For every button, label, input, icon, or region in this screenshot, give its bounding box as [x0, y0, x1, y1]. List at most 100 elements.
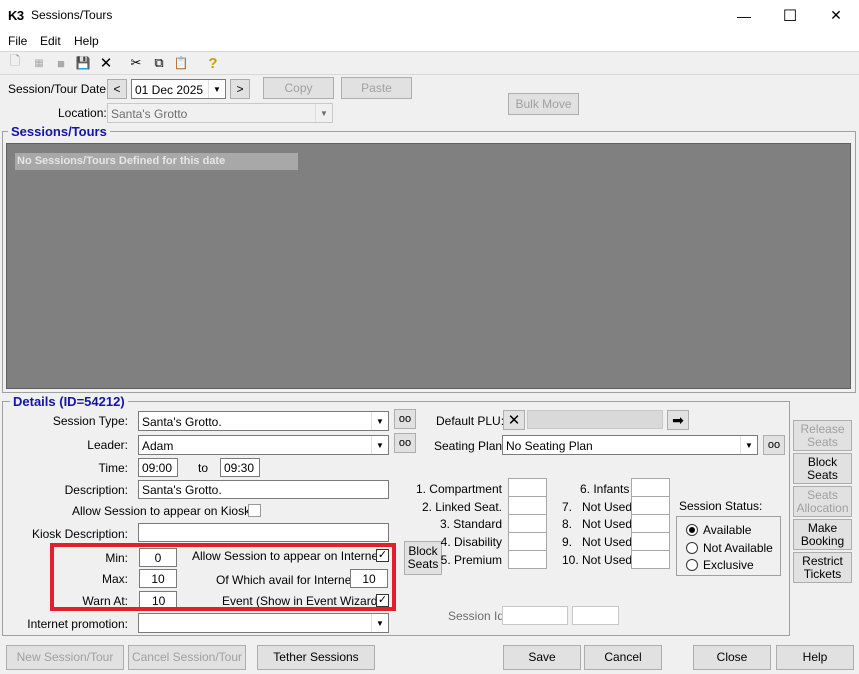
status-exclusive-radio[interactable] [686, 559, 698, 571]
date-picker[interactable]: 01 Dec 2025 ▼ [131, 79, 226, 99]
copy-icon[interactable]: ⧉ [150, 54, 168, 72]
seat-type-label: 9. Not Used [562, 535, 633, 549]
status-available-radio[interactable] [686, 524, 698, 536]
default-plu-label: Default PLU: [436, 414, 505, 428]
seating-plan-select[interactable]: No Seating Plan ▼ [502, 435, 758, 455]
leader-lookup-icon[interactable]: oo [394, 433, 416, 453]
save-icon[interactable]: 💾 [74, 54, 92, 72]
clear-plu-icon[interactable]: ✕ [503, 410, 525, 430]
location-select[interactable]: Santa's Grotto ▼ [107, 103, 333, 123]
minimize-button[interactable]: — [721, 0, 767, 31]
block-seats-side-button[interactable]: Block Seats [793, 453, 852, 484]
sessions-title: Sessions/Tours [8, 124, 110, 139]
seating-plan-lookup-icon[interactable]: oo [763, 435, 785, 455]
location-label: Location: [58, 106, 107, 120]
cancel-session-button[interactable]: Cancel Session/Tour [128, 645, 246, 670]
chevron-down-icon: ▼ [208, 80, 225, 98]
delete-icon[interactable]: ✕ [97, 54, 115, 72]
internet-promotion-select[interactable]: ▼ [138, 613, 389, 633]
seat-count-field[interactable] [631, 478, 670, 497]
app-logo: K3 [8, 8, 24, 23]
new-session-button[interactable]: New Session/Tour [6, 645, 124, 670]
sessions-empty-message: No Sessions/Tours Defined for this date [15, 153, 298, 170]
seat-count-field[interactable] [631, 496, 670, 515]
chevron-down-icon: ▼ [315, 104, 332, 122]
menu-help[interactable]: Help [74, 34, 99, 48]
new-icon[interactable]: 🗋 [6, 53, 24, 72]
time-to-label: to [198, 461, 209, 475]
default-plu-field[interactable] [527, 410, 663, 429]
copy-button[interactable]: Copy [263, 77, 334, 99]
chevron-down-icon: ▼ [740, 436, 757, 454]
leader-label: Leader: [87, 438, 128, 452]
sessions-grid[interactable] [6, 143, 851, 389]
prev-date-button[interactable]: < [107, 79, 127, 99]
session-type-lookup-icon[interactable]: oo [394, 409, 416, 429]
seat-type-label: 1. Compartment [415, 482, 502, 496]
help-button[interactable]: Help [776, 645, 854, 670]
help-icon[interactable]: ? [204, 54, 222, 72]
seat-count-field[interactable] [631, 532, 670, 551]
kiosk-description-label: Kiosk Description: [31, 527, 128, 541]
leader-select[interactable]: Adam ▼ [138, 435, 389, 455]
session-id-field[interactable] [502, 606, 568, 625]
menu-file[interactable]: File [8, 34, 27, 48]
status-available-label: Available [703, 523, 752, 537]
cancel-button[interactable]: Cancel [584, 645, 662, 670]
time-from-field[interactable]: 09:00 [138, 458, 178, 477]
description-label: Description: [64, 483, 128, 497]
seat-count-field[interactable] [508, 514, 547, 533]
chevron-down-icon: ▼ [371, 436, 388, 454]
seat-type-label: 2. Linked Seat. [421, 500, 502, 514]
menu-bar [0, 31, 859, 51]
restrict-tickets-button[interactable]: Restrict Tickets [793, 552, 852, 583]
session-type-label: Session Type: [52, 414, 128, 428]
chevron-down-icon: ▼ [371, 614, 388, 632]
status-not-available-label: Not Available [703, 541, 773, 555]
seat-count-field[interactable] [508, 496, 547, 515]
status-not-available-radio[interactable] [686, 542, 698, 554]
plu-arrow-icon[interactable]: ➡ [667, 410, 689, 430]
seat-count-field[interactable] [508, 550, 547, 569]
description-field[interactable]: Santa's Grotto. [138, 480, 389, 499]
seats-allocation-button[interactable]: Seats Allocation [793, 486, 852, 517]
maximize-button[interactable]: ☐ [767, 0, 813, 31]
chevron-down-icon: ▼ [371, 412, 388, 430]
session-id-field-2[interactable] [572, 606, 619, 625]
paste-icon[interactable]: 📋 [172, 54, 190, 72]
seat-type-label: 6. Infants [580, 482, 630, 496]
status-exclusive-label: Exclusive [703, 558, 754, 572]
menu-edit[interactable]: Edit [40, 34, 61, 48]
save-button[interactable]: Save [503, 645, 581, 670]
session-type-select[interactable]: Santa's Grotto. ▼ [138, 411, 389, 431]
seat-count-field[interactable] [508, 478, 547, 497]
film-icon[interactable]: ▦ [30, 54, 48, 72]
seat-type-label: 3. Standard [439, 517, 502, 531]
seat-type-label: 4. Disability [440, 535, 502, 549]
next-date-button[interactable]: > [230, 79, 250, 99]
kiosk-description-field[interactable] [138, 523, 389, 542]
cut-icon[interactable]: ✂ [127, 54, 145, 72]
seating-plan-label: Seating Plan: [434, 439, 506, 453]
details-title: Details (ID=54212) [10, 394, 128, 409]
stop-icon[interactable]: ■ [52, 54, 70, 72]
date-label: Session/Tour Date: [8, 82, 110, 96]
seat-count-field[interactable] [508, 532, 547, 551]
close-window-button[interactable]: ✕ [813, 0, 859, 31]
kiosk-allow-checkbox[interactable] [248, 504, 261, 517]
time-label: Time: [98, 461, 128, 475]
release-seats-button[interactable]: Release Seats [793, 420, 852, 451]
time-to-field[interactable]: 09:30 [220, 458, 260, 477]
session-status-label: Session Status: [679, 499, 763, 513]
make-booking-button[interactable]: Make Booking [793, 519, 852, 550]
seat-count-field[interactable] [631, 550, 670, 569]
window-title: Sessions/Tours [31, 8, 113, 22]
seat-type-label: 10. Not Used [562, 553, 633, 567]
close-button[interactable]: Close [693, 645, 771, 670]
seat-count-field[interactable] [631, 514, 670, 533]
tether-sessions-button[interactable]: Tether Sessions [257, 645, 375, 670]
bulk-move-button[interactable]: Bulk Move [508, 93, 579, 115]
internet-promotion-label: Internet promotion: [27, 617, 128, 631]
seat-type-label: 5. Premium [440, 553, 502, 567]
paste-button[interactable]: Paste [341, 77, 412, 99]
